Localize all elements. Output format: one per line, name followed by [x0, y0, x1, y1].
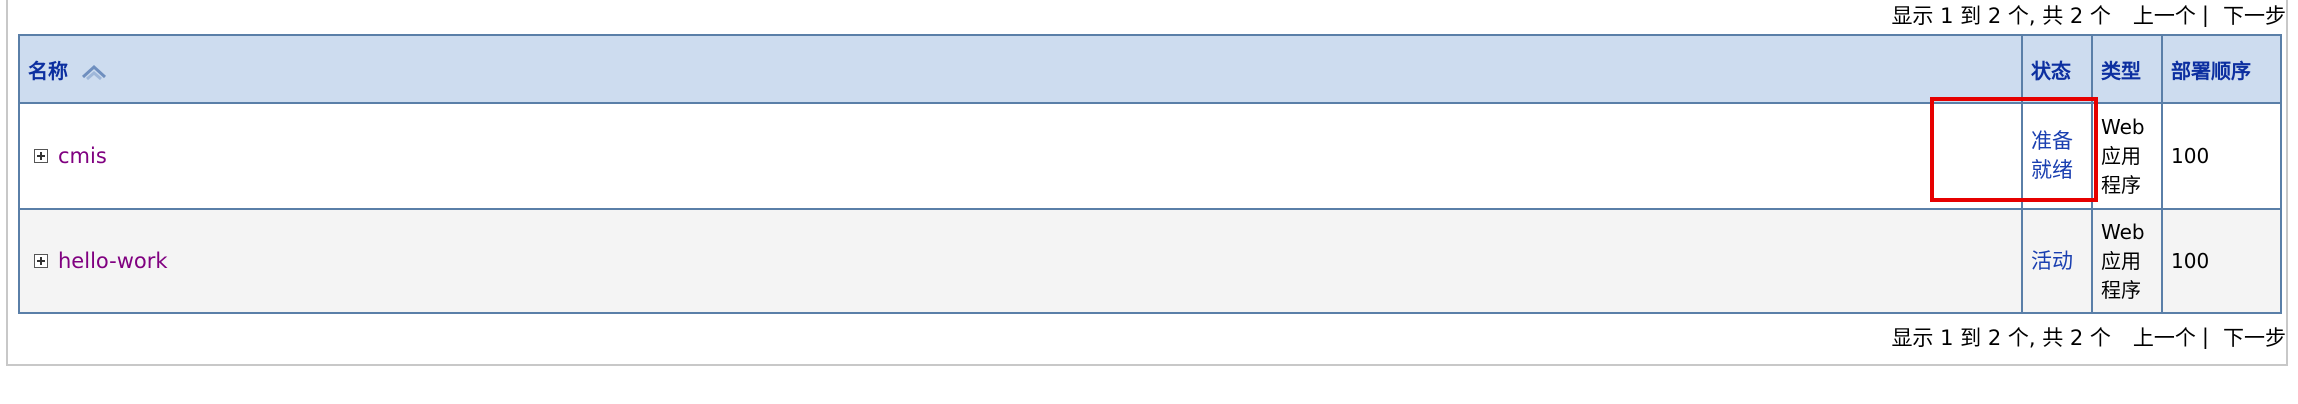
cell-type: Web 应用 程序: [2091, 208, 2163, 314]
status-link-ready[interactable]: 准备 就绪: [2031, 129, 2073, 182]
pager-prev-link[interactable]: 上一个: [2133, 0, 2196, 30]
table-row: hello-work 活动 Web 应用 程序 100: [18, 208, 2282, 314]
app-link-cmis[interactable]: cmis: [58, 142, 107, 171]
table-header-row: 名称 状态 类型 部署顺序: [18, 34, 2282, 104]
pager-next-link[interactable]: 下一步: [2223, 322, 2286, 352]
column-header-type[interactable]: 类型: [2091, 34, 2163, 104]
cell-type: Web 应用 程序: [2091, 102, 2163, 210]
type-line: 程序: [2101, 277, 2141, 302]
cell-status: 准备 就绪: [2021, 102, 2093, 210]
type-line: Web: [2101, 219, 2145, 244]
type-line: 程序: [2101, 172, 2141, 197]
type-line: 应用: [2101, 143, 2141, 168]
pager-top: 显示 1 到 2 个, 共 2 个 上一个 | 下一步: [1891, 0, 2286, 30]
cell-name: hello-work: [18, 208, 2023, 314]
pager-next-link[interactable]: 下一步: [2223, 0, 2286, 30]
status-line: 准备: [2031, 129, 2073, 153]
pager-prev-link[interactable]: 上一个: [2133, 322, 2196, 352]
column-header-name[interactable]: 名称: [18, 34, 2023, 104]
pager-separator: |: [2201, 3, 2209, 27]
pager-summary: 显示 1 到 2 个, 共 2 个: [1891, 4, 2111, 28]
cell-name: cmis: [18, 102, 2023, 210]
cell-deploy-order: 100: [2161, 102, 2282, 210]
expand-plus-icon[interactable]: [34, 149, 48, 163]
pager-separator: |: [2201, 325, 2209, 349]
status-line: 就绪: [2031, 158, 2073, 182]
cell-deploy-order: 100: [2161, 208, 2282, 314]
pager-bottom: 显示 1 到 2 个, 共 2 个 上一个 | 下一步: [1891, 322, 2286, 352]
cell-status: 活动: [2021, 208, 2093, 314]
column-header-name-label: 名称: [28, 58, 68, 83]
type-line: Web: [2101, 114, 2145, 139]
expand-plus-icon[interactable]: [34, 254, 48, 268]
column-header-status[interactable]: 状态: [2021, 34, 2093, 104]
app-link-hello-work[interactable]: hello-work: [58, 247, 168, 276]
sort-ascending-icon[interactable]: [81, 63, 107, 81]
deployments-table: 名称 状态 类型 部署顺序 cmis 准备 就绪 Web 应用 程序 100 h…: [18, 34, 2282, 314]
table-row: cmis 准备 就绪 Web 应用 程序 100: [18, 102, 2282, 210]
pager-summary: 显示 1 到 2 个, 共 2 个: [1891, 326, 2111, 350]
type-line: 应用: [2101, 248, 2141, 273]
status-link-active[interactable]: 活动: [2031, 249, 2073, 273]
column-header-deploy-order[interactable]: 部署顺序: [2161, 34, 2282, 104]
